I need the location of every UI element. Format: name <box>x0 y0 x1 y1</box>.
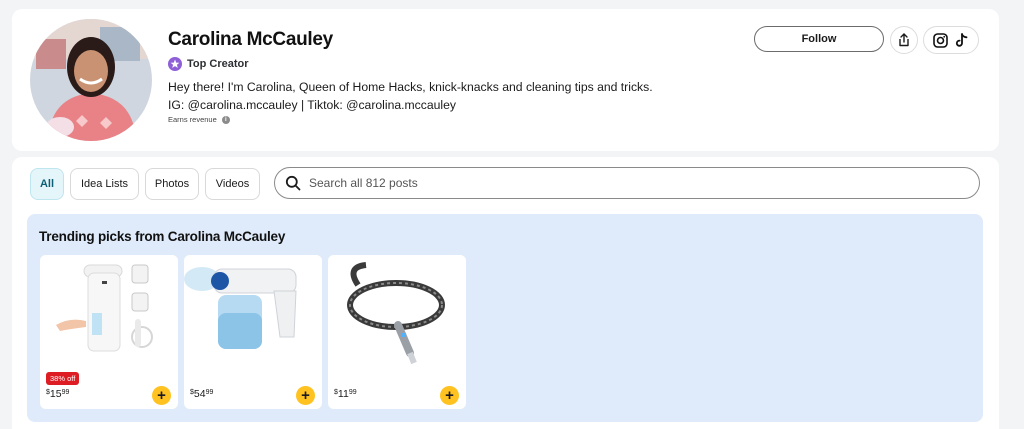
product-image <box>40 255 178 367</box>
instagram-icon[interactable] <box>933 32 949 48</box>
search-icon <box>285 175 301 191</box>
product-image <box>184 255 322 367</box>
product-image <box>328 255 466 367</box>
profile-card: Carolina McCauley Top Creator Hey there!… <box>12 9 999 151</box>
earns-revenue: Earns revenue i <box>168 115 230 124</box>
trending-title: Trending picks from Carolina McCauley <box>39 229 286 244</box>
product-price: $1199 <box>334 388 357 400</box>
tab-videos[interactable]: Videos <box>205 168 260 200</box>
product-price: $1599 <box>46 388 70 400</box>
tiktok-icon[interactable] <box>955 32 969 48</box>
plus-icon: + <box>157 387 166 404</box>
discount-badge: 38% off <box>46 372 80 385</box>
tab-all[interactable]: All <box>30 168 64 200</box>
tab-photos[interactable]: Photos <box>145 168 199 200</box>
plus-icon: + <box>301 387 310 404</box>
product-card[interactable]: $5499 + <box>184 255 322 409</box>
follow-button[interactable]: Follow <box>754 26 884 52</box>
top-creator-badge: Top Creator <box>168 57 249 71</box>
search-bar[interactable] <box>274 167 980 199</box>
posts-section: All Idea Lists Photos Videos Trending pi… <box>12 157 999 429</box>
avatar[interactable] <box>30 19 152 141</box>
tab-idea-lists[interactable]: Idea Lists <box>70 168 139 200</box>
info-icon[interactable]: i <box>221 115 230 124</box>
badge-label: Top Creator <box>187 58 249 70</box>
plus-icon: + <box>445 387 454 404</box>
creator-name: Carolina McCauley <box>168 29 333 50</box>
add-to-cart-button[interactable]: + <box>152 386 171 405</box>
earns-revenue-label: Earns revenue <box>168 115 217 124</box>
share-button[interactable] <box>890 26 918 54</box>
add-to-cart-button[interactable]: + <box>296 386 315 405</box>
star-badge-icon <box>168 57 182 71</box>
share-icon <box>899 33 909 47</box>
add-to-cart-button[interactable]: + <box>440 386 459 405</box>
trending-picks: Trending picks from Carolina McCauley 38… <box>27 214 983 422</box>
product-card[interactable]: $1199 + <box>328 255 466 409</box>
product-price: $5499 <box>190 388 214 400</box>
creator-bio: Hey there! I'm Carolina, Queen of Home H… <box>168 80 653 112</box>
social-links <box>923 26 979 54</box>
search-input[interactable] <box>309 176 909 190</box>
product-card[interactable]: 38% off $1599 + <box>40 255 178 409</box>
